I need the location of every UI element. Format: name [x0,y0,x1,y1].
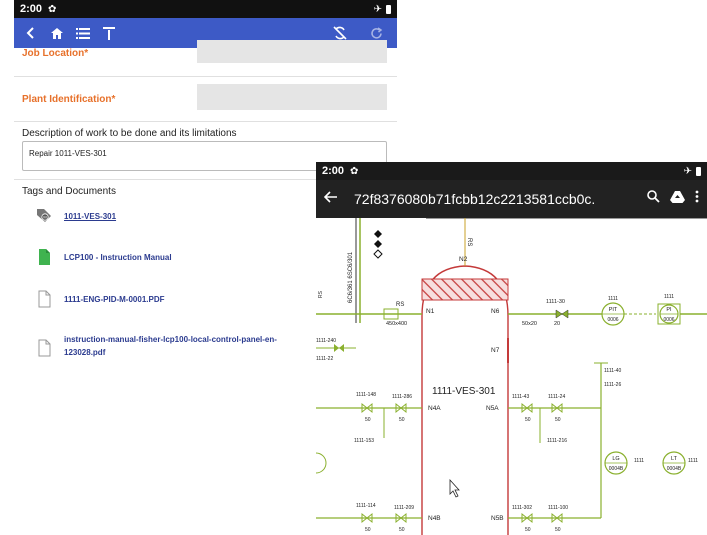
status-time: 2:00 [322,165,345,177]
description-label: Description of work to be done and its l… [22,128,237,139]
drawing-label: 50 [365,417,371,423]
battery-icon [696,166,701,176]
drawing-label: 1111-302 [512,505,532,511]
tag-item[interactable]: M 1011-VES-301 [36,207,116,225]
vessel-tag-label: 1111-VES-301 [432,386,496,397]
document-title: 72f8376080b71fcbb12c2213581ccb0c... [354,191,594,207]
job-location-row: Job Location* [14,40,397,77]
instrument-lg-number: 0004B [609,466,624,472]
drawing-viewer-screen: 6C6/361 6SC6/301 RS RS N2 1111-VES-301 R… [316,162,707,535]
instrument-lt-number: 0004B [667,466,682,472]
pdf-file-icon [38,339,51,357]
status-time: 2:00 [20,3,43,15]
document-label-line1: instruction-manual-fisher-lcp100-local-c… [64,335,277,344]
drawing-label: 50x20 [522,321,537,327]
drawing-label: 50 [399,527,405,533]
tag-icon: M [37,209,51,222]
drawing-label: 1111-286 [392,394,412,400]
settings-gear-icon: ✿ [350,165,359,177]
drawing-label: 1111-216 [547,438,567,444]
instrument-tag: 1111 [688,458,698,464]
drawing-label: 50 [399,417,405,423]
instrument-tag: 1111 [608,296,618,302]
tag-link[interactable]: 1011-VES-301 [64,210,116,223]
drawing-label: 1111-148 [356,392,376,398]
plant-identification-row: Plant Identification* [14,77,397,122]
drawing-label: 1111-100 [548,505,568,511]
instrument-lg-label: LG [612,456,619,462]
instrument-lt-label: LT [671,456,678,462]
drawing-label: 1111-40 [604,368,621,374]
document-label[interactable]: 1111-ENG-PID-M-0001.PDF [64,293,164,306]
drawing-label: 1111-240 [316,338,336,344]
drawing-note-label: 6C6/361 6SC6/301 [348,251,354,303]
home-icon[interactable] [46,22,68,44]
battery-icon [386,4,391,14]
drawing-label: 50 [555,527,561,533]
plant-identification-field[interactable] [197,84,387,110]
drawing-label: 20 [554,321,560,327]
document-item[interactable]: 1111-ENG-PID-M-0001.PDF [36,290,164,308]
airplane-mode-icon: ✈ [373,3,382,15]
job-location-field[interactable] [197,40,387,63]
drawing-label: 450x400 [386,321,407,327]
instrument-pit-number: 0006 [607,317,618,323]
document-label[interactable]: LCP100 - Instruction Manual [64,251,172,264]
drive-upload-icon[interactable] [670,190,685,208]
settings-gear-icon: ✿ [48,3,57,15]
drawing-label: 1111-30 [546,299,565,305]
plant-identification-label: Plant Identification* [22,94,116,105]
tags-documents-title: Tags and Documents [22,186,116,197]
drawing-label: 1111-114 [356,503,376,509]
instrument-pi-number: 0006 [663,317,674,323]
pdf-file-icon [38,290,51,308]
document-label[interactable]: instruction-manual-fisher-lcp100-local-c… [64,333,304,359]
document-label-line2: 123028.pdf [64,348,106,357]
drawing-label: 50 [555,417,561,423]
nozzle-label: N5B [491,515,504,522]
drawing-label: RS [466,238,472,246]
svg-text:M: M [43,215,46,220]
back-arrow-icon[interactable] [323,190,338,208]
drawing-label: 50 [525,417,531,423]
pid-drawing[interactable]: 6C6/361 6SC6/301 RS RS N2 1111-VES-301 R… [316,217,707,535]
nozzle-label: N1 [426,308,435,315]
drawing-label: 1111-22 [316,356,333,362]
nozzle-label: N5A [486,405,499,412]
status-bar: 2:00 ✿ ✈ [14,0,397,18]
instrument-pi-label: PI [666,307,672,313]
list-icon[interactable] [72,22,94,44]
drawing-label: 1111-26 [604,382,621,388]
drawing-label: 1111-24 [548,394,565,400]
more-options-icon[interactable] [695,190,699,208]
drawing-label: 50 [365,527,371,533]
nozzle-label: N7 [491,347,500,354]
drawing-note-label: RS [318,290,324,298]
document-green-icon [39,249,50,265]
drawing-label: 50 [525,527,531,533]
drawing-label: 1111-153 [354,438,374,444]
status-bar: 2:00 ✿ ✈ [316,162,707,180]
mouse-cursor-icon [449,478,460,498]
instrument-tag: 1111 [634,458,644,464]
nozzle-label: N4B [428,515,441,522]
nozzle-label: N4A [428,405,441,412]
instrument-tag: 1111 [664,294,674,300]
drawing-label: 1111-43 [512,394,529,400]
move-to-top-icon[interactable] [98,22,120,44]
document-item[interactable]: instruction-manual-fisher-lcp100-local-c… [36,333,304,359]
viewer-toolbar: 72f8376080b71fcbb12c2213581ccb0c... [316,180,707,218]
document-item[interactable]: LCP100 - Instruction Manual [36,248,172,266]
nozzle-label: N6 [491,308,500,315]
job-location-label: Job Location* [22,48,89,59]
drawing-label: 1111-209 [394,505,414,511]
drawing-label: RS [396,302,404,308]
back-chevron-icon[interactable] [20,22,42,44]
search-icon[interactable] [647,190,660,208]
nozzle-label: N2 [459,256,468,263]
airplane-mode-icon: ✈ [683,165,692,177]
instrument-pit-label: PIT [609,307,618,313]
